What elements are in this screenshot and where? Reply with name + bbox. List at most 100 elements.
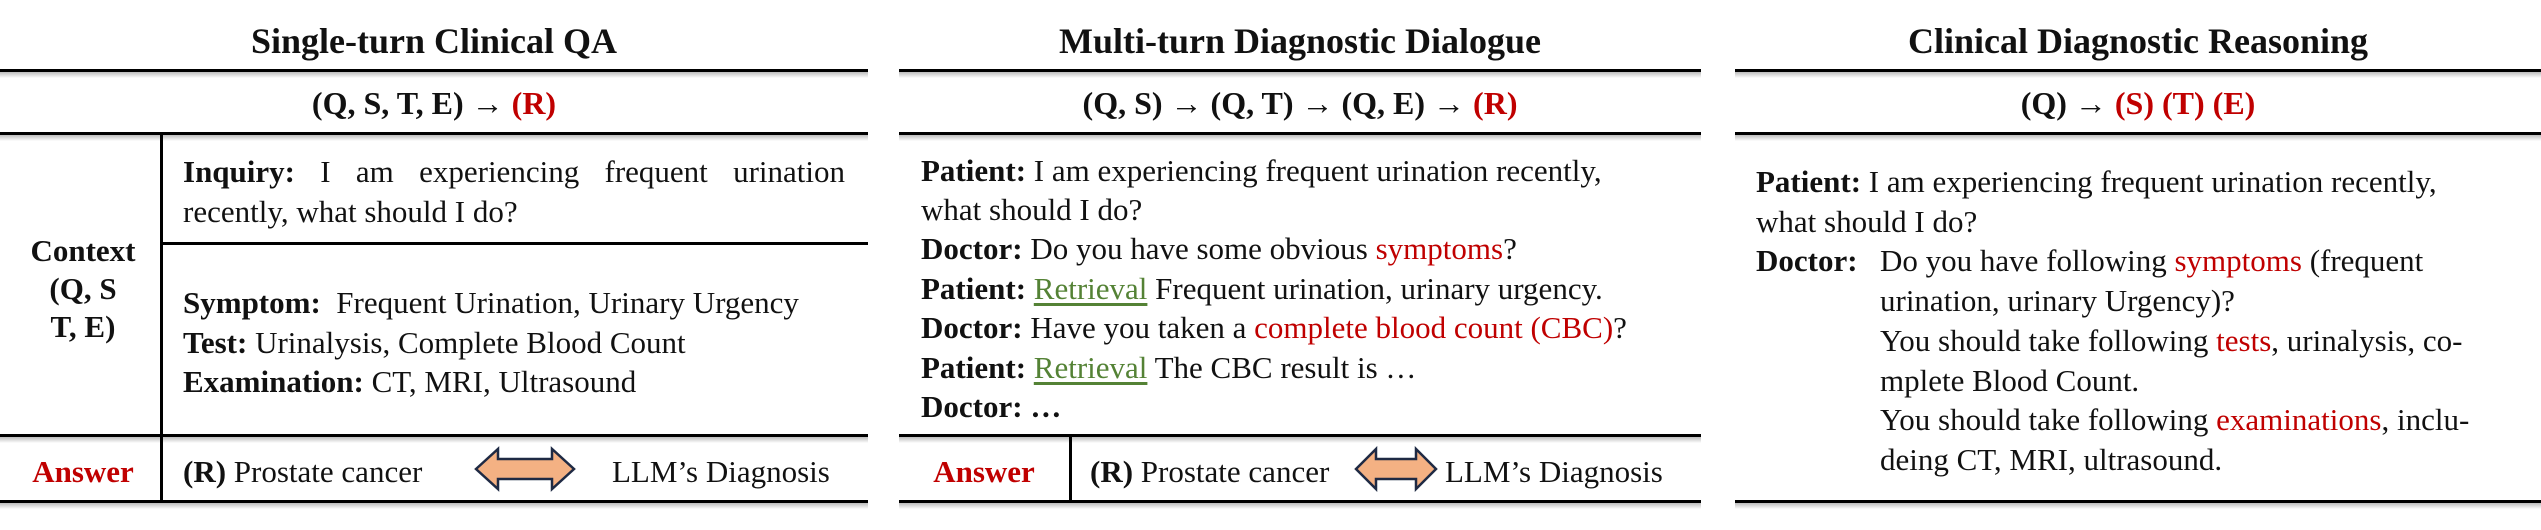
test-label: Test: xyxy=(183,325,248,360)
context-label-line: (Q, S xyxy=(49,271,117,306)
speaker-label: Patient: xyxy=(921,153,1027,188)
dialogue-text: I am experiencing frequent urination rec… xyxy=(1033,153,1602,188)
dialogue-text: Have you taken a xyxy=(1030,310,1255,345)
dialogue-text: mplete Blood Count. xyxy=(1880,363,2140,398)
panel-title: Multi-turn Diagnostic Dialogue xyxy=(1059,21,1541,61)
context-label-line: Context xyxy=(30,233,136,268)
divider-shadow xyxy=(899,72,1701,78)
formula: (Q, S) → (Q, T) → (Q, E) → (R) xyxy=(899,85,1701,122)
symptom-label: Symptom: xyxy=(183,285,321,320)
formula-input: (Q, S, T, E) xyxy=(311,85,472,121)
answer-label: Answer xyxy=(933,454,1035,489)
dialogue-text: ? xyxy=(1613,310,1627,345)
formula-input: (Q) xyxy=(2020,85,2075,121)
dialogue-text: I am experiencing frequent urination rec… xyxy=(1868,164,2437,199)
diagnosis-label: LLM’s Diagnosis xyxy=(612,454,830,489)
answer-r: (R) xyxy=(1090,454,1134,489)
answer-value: (R) Prostate cancer xyxy=(1090,452,1329,492)
inquiry: Inquiry: I am experiencing frequent urin… xyxy=(183,152,845,232)
dialogue-text: Do you have following xyxy=(1880,243,2175,278)
dialogue-text: deing CT, MRI, ultrasound. xyxy=(1880,442,2223,477)
speaker-label: Doctor: xyxy=(1756,243,1858,278)
dialogue-line: Doctor: … xyxy=(921,387,1061,427)
double-arrow-icon xyxy=(474,446,576,492)
column-divider xyxy=(1069,437,1072,500)
doctor-line: urination, urinary Urgency)? xyxy=(1880,281,2235,321)
dialogue-text: … xyxy=(1030,389,1062,424)
highlight-text: symptoms xyxy=(1375,231,1504,266)
speaker-label: Patient: xyxy=(921,271,1027,306)
answer-text: Prostate cancer xyxy=(1140,454,1330,489)
divider-shadow xyxy=(1735,503,2541,509)
doctor-line: Do you have following symptoms (frequent xyxy=(1880,241,2423,281)
formula: (Q) → (S) (T) (E) xyxy=(1735,85,2541,122)
patient-line: what should I do? xyxy=(1756,202,1977,242)
divider-shadow xyxy=(0,503,868,509)
symptom-line: Symptom: Frequent Urination, Urinary Urg… xyxy=(183,283,799,323)
doctor-line: You should take following examinations, … xyxy=(1880,400,2469,440)
answer-r: (R) xyxy=(183,454,227,489)
divider-shadow xyxy=(0,72,868,78)
speaker-label: Doctor: xyxy=(921,310,1023,345)
dialogue-line: Patient: I am experiencing frequent urin… xyxy=(921,151,1602,191)
formula-part: (Q, T) xyxy=(1202,85,1302,121)
panel-title: Single-turn Clinical QA xyxy=(250,21,618,61)
dialogue-text: (frequent xyxy=(2301,243,2424,278)
dialogue-text: , inclu- xyxy=(2381,402,2470,437)
dialogue-line: Patient: Retrieval Frequent urination, u… xyxy=(921,269,1603,309)
divider-shadow xyxy=(899,135,1701,141)
highlight-text: symptoms xyxy=(2174,243,2302,278)
divider-shadow xyxy=(0,135,868,141)
formula-part xyxy=(1465,85,1473,121)
arrow-icon: → xyxy=(471,85,504,121)
formula-output: (R) xyxy=(511,85,557,121)
test-line: Test: Urinalysis, Complete Blood Count xyxy=(183,323,686,363)
dialogue-line: Patient: Retrieval The CBC result is … xyxy=(921,348,1416,388)
speaker-label: Doctor: xyxy=(921,389,1023,424)
highlight-text: tests xyxy=(2216,323,2272,358)
panel-single-turn-qa: Single-turn Clinical QA (Q, S, T, E) → (… xyxy=(0,0,868,530)
formula-part: (Q, S) xyxy=(1082,85,1171,121)
symptom-text: Frequent Urination, Urinary Urgency xyxy=(336,285,799,320)
highlight-text: examinations xyxy=(2216,402,2382,437)
diagnosis-label: LLM’s Diagnosis xyxy=(1445,454,1663,489)
dialogue-text: Do you have some obvious xyxy=(1030,231,1376,266)
formula-output: (R) xyxy=(1473,85,1518,121)
answer-label: Answer xyxy=(32,454,134,489)
exam-line: Examination: CT, MRI, Ultrasound xyxy=(183,362,636,402)
patient-line: Patient: I am experiencing frequent urin… xyxy=(1756,162,2437,202)
dialogue-text: what should I do? xyxy=(921,192,1143,227)
dialogue-text: what should I do? xyxy=(1756,204,1978,239)
doctor-line: You should take following tests, urinaly… xyxy=(1880,321,2462,361)
panel-diagnostic-reasoning: Clinical Diagnostic Reasoning (Q) → (S) … xyxy=(1735,0,2541,530)
exam-label: Examination: xyxy=(183,364,364,399)
arrow-icon: → xyxy=(1170,85,1203,121)
test-text: Urinalysis, Complete Blood Count xyxy=(255,325,686,360)
column-divider xyxy=(160,437,163,500)
formula-part: (Q, E) xyxy=(1333,85,1434,121)
dialogue-text: urination, urinary Urgency)? xyxy=(1880,283,2235,318)
retrieval-link: Retrieval xyxy=(1033,350,1148,385)
dialogue-line: Doctor: Do you have some obvious symptom… xyxy=(921,229,1517,269)
answer-value: (R) Prostate cancer xyxy=(183,452,422,492)
speaker-label: Patient: xyxy=(921,350,1027,385)
arrow-icon: → xyxy=(2074,85,2107,121)
formula-output: (S) (T) (E) xyxy=(2114,85,2256,121)
panel-title: Clinical Diagnostic Reasoning xyxy=(1907,21,2369,61)
panel-multi-turn-dialogue: Multi-turn Diagnostic Dialogue (Q, S) → … xyxy=(899,0,1701,530)
speaker-label: Patient: xyxy=(1756,164,1862,199)
divider-shadow xyxy=(899,437,1701,443)
divider-shadow xyxy=(1735,72,2541,78)
double-arrow-icon xyxy=(1354,446,1438,492)
dialogue-text: The CBC result is … xyxy=(1154,350,1417,385)
doctor-line: deing CT, MRI, ultrasound. xyxy=(1880,440,2222,480)
column-divider xyxy=(160,135,163,435)
doctor-line: mplete Blood Count. xyxy=(1880,361,2139,401)
dialogue-text: ? xyxy=(1503,231,1517,266)
divider-shadow xyxy=(899,503,1701,509)
divider-shadow xyxy=(1735,135,2541,141)
dialogue-text: You should take following xyxy=(1880,402,2217,437)
formula: (Q, S, T, E) → (R) xyxy=(0,85,868,122)
arrow-icon: → xyxy=(1433,85,1466,121)
highlight-text: complete blood count (CBC) xyxy=(1254,310,1614,345)
